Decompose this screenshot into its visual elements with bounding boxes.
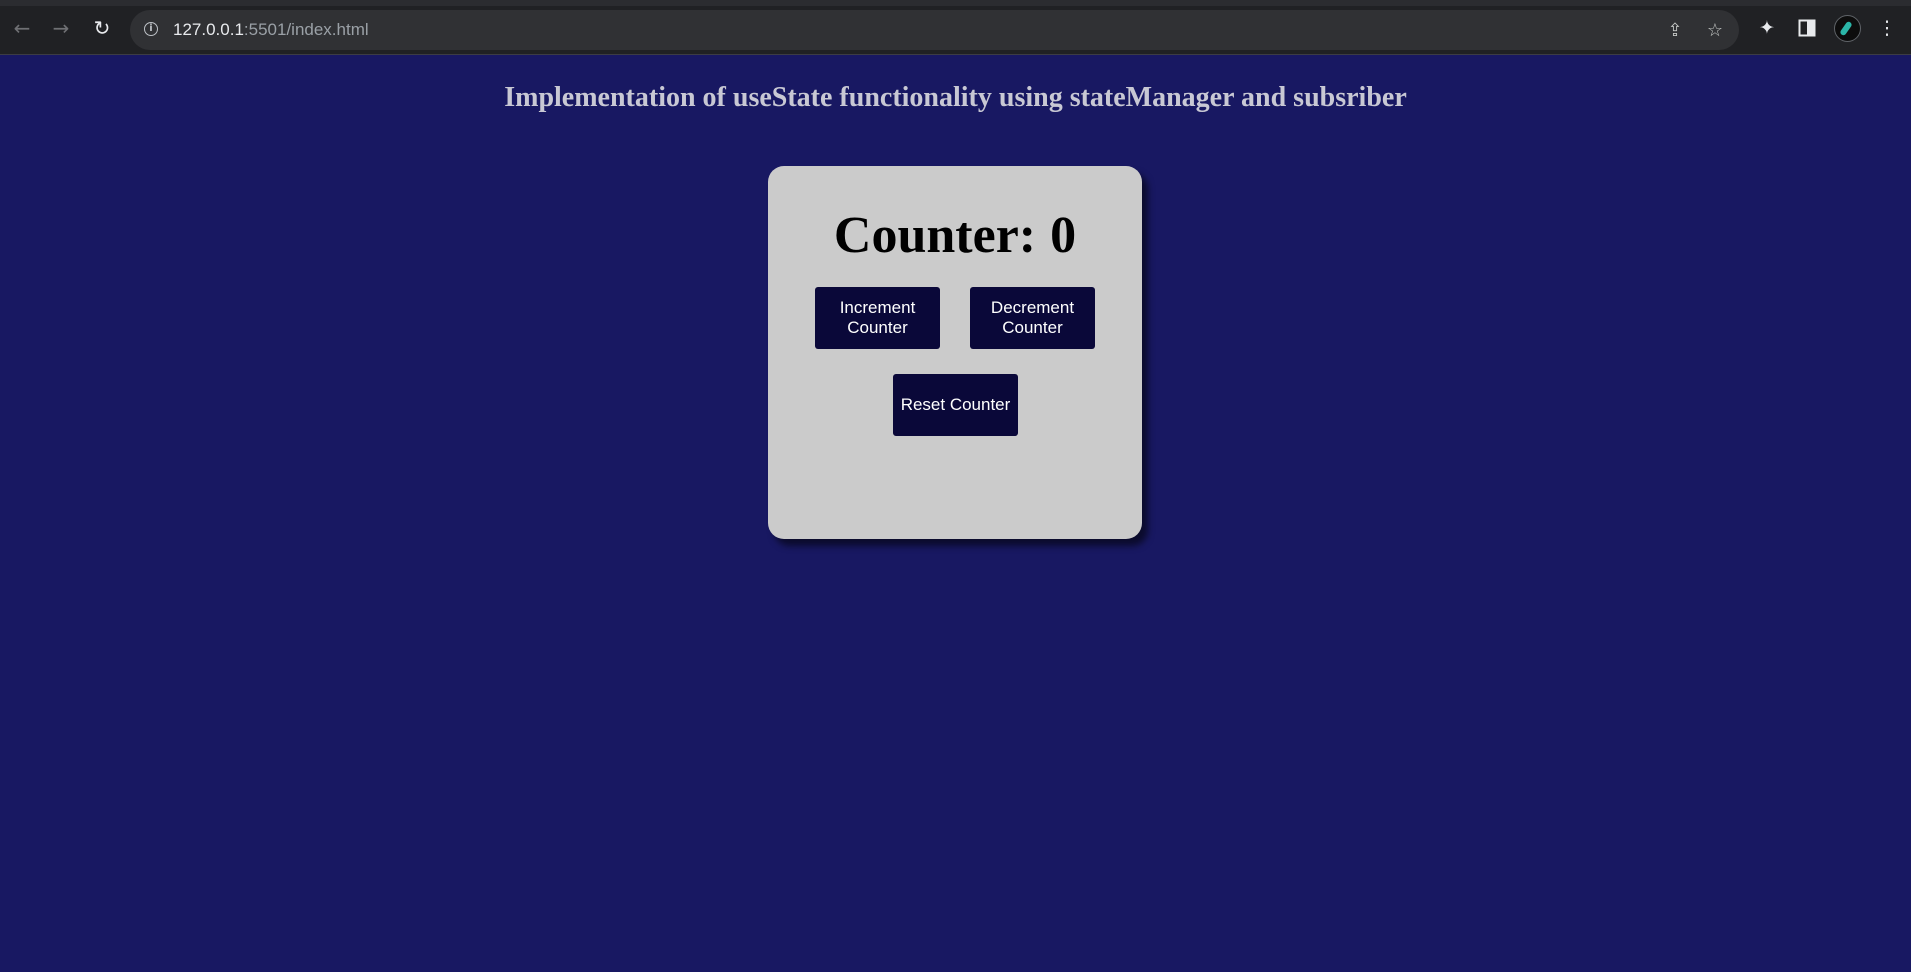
counter-value: 0 <box>1050 207 1077 264</box>
site-info-icon[interactable]: i <box>144 22 158 36</box>
extensions-puzzle-icon[interactable]: ✦ <box>1754 15 1780 41</box>
side-panel-icon[interactable] <box>1794 15 1820 41</box>
url-text[interactable]: 127.0.0.1:5501/index.html <box>173 20 369 40</box>
increment-button[interactable]: Increment Counter <box>815 287 940 349</box>
address-bar[interactable]: i 127.0.0.1:5501/index.html ⇪ ☆ <box>130 10 1739 50</box>
url-host: 127.0.0.1 <box>173 20 244 39</box>
reset-button[interactable]: Reset Counter <box>893 374 1018 436</box>
tab-strip <box>0 0 1911 6</box>
forward-icon[interactable]: → <box>48 15 74 41</box>
url-path: :5501/index.html <box>243 20 369 39</box>
counter-card: Counter: 0 Increment Counter Decrement Co… <box>768 166 1142 539</box>
menu-kebab-icon[interactable]: ⋮ <box>1874 15 1900 41</box>
decrement-button[interactable]: Decrement Counter <box>970 287 1095 349</box>
profile-avatar[interactable] <box>1834 15 1861 42</box>
bookmark-star-icon[interactable]: ☆ <box>1704 19 1726 41</box>
browser-toolbar: ← → ↻ i 127.0.0.1:5501/index.html ⇪ ☆ ✦ … <box>0 0 1911 55</box>
page-title: Implementation of useState functionality… <box>504 82 1407 113</box>
side-panel-glyph <box>1798 19 1816 37</box>
counter-display: Counter: 0 <box>768 206 1142 266</box>
reload-icon[interactable]: ↻ <box>89 15 115 41</box>
feather-icon <box>1839 20 1853 37</box>
counter-label: Counter: <box>833 207 1037 264</box>
back-icon[interactable]: ← <box>9 15 35 41</box>
share-icon[interactable]: ⇪ <box>1664 19 1686 41</box>
